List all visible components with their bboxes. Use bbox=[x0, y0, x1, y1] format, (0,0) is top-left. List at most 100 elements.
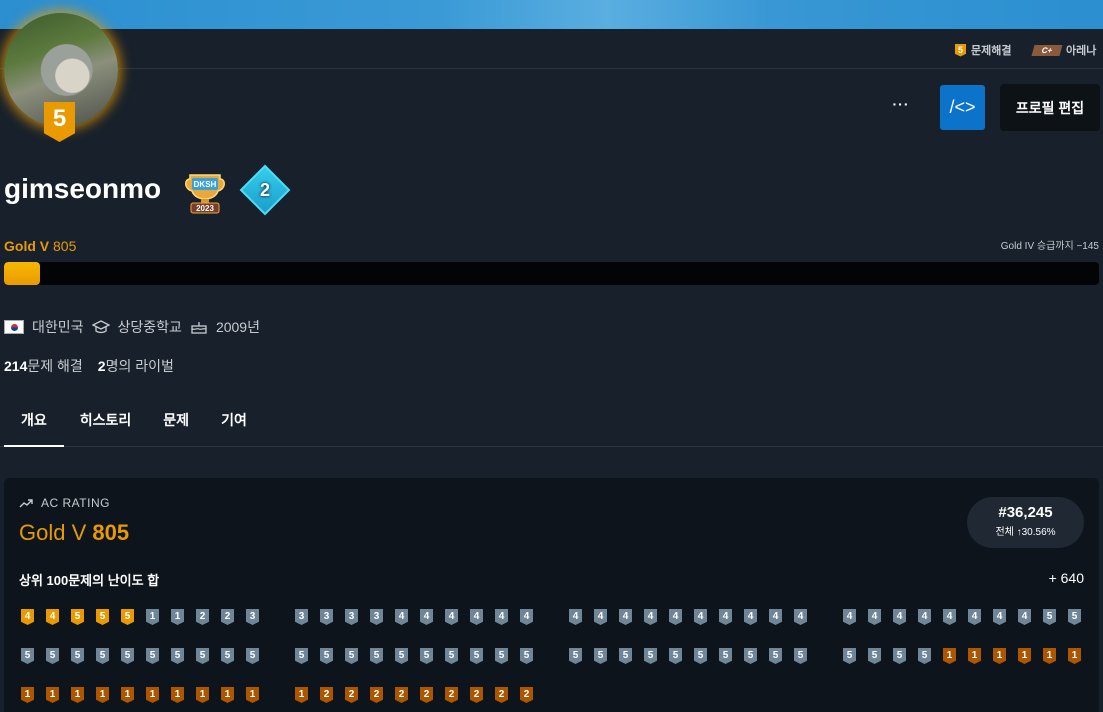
problem-tier-icon[interactable]: 4 bbox=[470, 609, 483, 625]
problem-tier-icon[interactable]: 4 bbox=[893, 609, 906, 625]
problem-tier-icon[interactable]: 5 bbox=[121, 609, 134, 625]
problem-tier-icon[interactable]: 5 bbox=[146, 648, 159, 664]
problem-tier-icon[interactable]: 5 bbox=[495, 648, 508, 664]
problem-tier-icon[interactable]: 4 bbox=[918, 609, 931, 625]
problem-tier-icon[interactable]: 2 bbox=[345, 687, 358, 703]
problem-tier-icon[interactable]: 5 bbox=[619, 648, 632, 664]
problem-tier-icon[interactable]: 1 bbox=[221, 687, 234, 703]
problem-tier-icon[interactable]: 5 bbox=[71, 609, 84, 625]
problem-tier-icon[interactable]: 5 bbox=[395, 648, 408, 664]
problem-tier-icon[interactable]: 1 bbox=[993, 648, 1006, 664]
problem-tier-icon[interactable]: 5 bbox=[320, 648, 333, 664]
rival-count-stat[interactable]: 2명의 라이벌 bbox=[98, 356, 174, 376]
problem-tier-icon[interactable]: 4 bbox=[445, 609, 458, 625]
problem-tier-icon[interactable]: 5 bbox=[744, 648, 757, 664]
problem-tier-icon[interactable]: 4 bbox=[769, 609, 782, 625]
problem-tier-icon[interactable]: 4 bbox=[594, 609, 607, 625]
problem-tier-icon[interactable]: 5 bbox=[96, 609, 109, 625]
school-label[interactable]: 상당중학교 bbox=[118, 317, 182, 337]
problem-tier-icon[interactable]: 4 bbox=[843, 609, 856, 625]
problem-tier-icon[interactable]: 3 bbox=[370, 609, 383, 625]
solved-tier-stat[interactable]: 5 문제해결 bbox=[955, 42, 1011, 58]
solved-count-stat[interactable]: 214문제 해결 bbox=[4, 356, 83, 376]
problem-tier-icon[interactable]: 5 bbox=[594, 648, 607, 664]
problem-tier-icon[interactable]: 2 bbox=[420, 687, 433, 703]
problem-tier-icon[interactable]: 5 bbox=[71, 648, 84, 664]
problem-tier-icon[interactable]: 5 bbox=[345, 648, 358, 664]
problem-tier-icon[interactable]: 1 bbox=[968, 648, 981, 664]
problem-tier-icon[interactable]: 1 bbox=[96, 687, 109, 703]
code-button[interactable]: /<> bbox=[940, 85, 985, 130]
problem-tier-icon[interactable]: 2 bbox=[495, 687, 508, 703]
problem-tier-icon[interactable]: 4 bbox=[569, 609, 582, 625]
problem-tier-icon[interactable]: 5 bbox=[893, 648, 906, 664]
problem-tier-icon[interactable]: 5 bbox=[246, 648, 259, 664]
tab-contribution[interactable]: 기여 bbox=[205, 396, 263, 447]
problem-tier-icon[interactable]: 5 bbox=[843, 648, 856, 664]
problem-tier-icon[interactable]: 5 bbox=[794, 648, 807, 664]
problem-tier-icon[interactable]: 4 bbox=[619, 609, 632, 625]
problem-tier-icon[interactable]: 5 bbox=[868, 648, 881, 664]
tab-problems[interactable]: 문제 bbox=[147, 396, 205, 447]
problem-tier-icon[interactable]: 5 bbox=[196, 648, 209, 664]
problem-tier-icon[interactable]: 3 bbox=[295, 609, 308, 625]
problem-tier-icon[interactable]: 5 bbox=[918, 648, 931, 664]
problem-tier-icon[interactable]: 1 bbox=[1043, 648, 1056, 664]
problem-tier-icon[interactable]: 5 bbox=[420, 648, 433, 664]
problem-tier-icon[interactable]: 4 bbox=[495, 609, 508, 625]
problem-tier-icon[interactable]: 4 bbox=[395, 609, 408, 625]
problem-tier-icon[interactable]: 4 bbox=[46, 609, 59, 625]
problem-tier-icon[interactable]: 5 bbox=[46, 648, 59, 664]
problem-tier-icon[interactable]: 4 bbox=[21, 609, 34, 625]
arena-tier-stat[interactable]: C+ 아레나 bbox=[1031, 42, 1096, 58]
tab-overview[interactable]: 개요 bbox=[4, 396, 64, 447]
problem-tier-icon[interactable]: 4 bbox=[744, 609, 757, 625]
problem-tier-icon[interactable]: 1 bbox=[146, 687, 159, 703]
problem-tier-icon[interactable]: 5 bbox=[171, 648, 184, 664]
problem-tier-icon[interactable]: 5 bbox=[445, 648, 458, 664]
problem-tier-icon[interactable]: 2 bbox=[320, 687, 333, 703]
problem-tier-icon[interactable]: 4 bbox=[1018, 609, 1031, 625]
problem-tier-icon[interactable]: 3 bbox=[320, 609, 333, 625]
problem-tier-icon[interactable]: 3 bbox=[345, 609, 358, 625]
problem-tier-icon[interactable]: 3 bbox=[246, 609, 259, 625]
problem-tier-icon[interactable]: 1 bbox=[1018, 648, 1031, 664]
problem-tier-icon[interactable]: 2 bbox=[470, 687, 483, 703]
problem-tier-icon[interactable]: 1 bbox=[246, 687, 259, 703]
problem-tier-icon[interactable]: 4 bbox=[993, 609, 1006, 625]
problem-tier-icon[interactable]: 1 bbox=[171, 687, 184, 703]
problem-tier-icon[interactable]: 5 bbox=[21, 648, 34, 664]
problem-tier-icon[interactable]: 5 bbox=[221, 648, 234, 664]
problem-tier-icon[interactable]: 5 bbox=[644, 648, 657, 664]
problem-tier-icon[interactable]: 2 bbox=[445, 687, 458, 703]
problem-tier-icon[interactable]: 5 bbox=[1043, 609, 1056, 625]
problem-tier-icon[interactable]: 5 bbox=[370, 648, 383, 664]
problem-tier-icon[interactable]: 5 bbox=[669, 648, 682, 664]
problem-tier-icon[interactable]: 4 bbox=[868, 609, 881, 625]
problem-tier-icon[interactable]: 1 bbox=[146, 609, 159, 625]
problem-tier-icon[interactable]: 4 bbox=[694, 609, 707, 625]
problem-tier-icon[interactable]: 5 bbox=[470, 648, 483, 664]
problem-tier-icon[interactable]: 5 bbox=[520, 648, 533, 664]
problem-tier-icon[interactable]: 1 bbox=[943, 648, 956, 664]
problem-tier-icon[interactable]: 5 bbox=[569, 648, 582, 664]
problem-tier-icon[interactable]: 5 bbox=[96, 648, 109, 664]
problem-tier-icon[interactable]: 5 bbox=[769, 648, 782, 664]
problem-tier-icon[interactable]: 5 bbox=[1068, 609, 1081, 625]
problem-tier-icon[interactable]: 2 bbox=[221, 609, 234, 625]
problem-tier-icon[interactable]: 4 bbox=[420, 609, 433, 625]
problem-tier-icon[interactable]: 1 bbox=[171, 609, 184, 625]
problem-tier-icon[interactable]: 2 bbox=[395, 687, 408, 703]
problem-tier-icon[interactable]: 5 bbox=[121, 648, 134, 664]
tab-history[interactable]: 히스토리 bbox=[64, 396, 148, 447]
problem-tier-icon[interactable]: 1 bbox=[71, 687, 84, 703]
problem-tier-icon[interactable]: 1 bbox=[295, 687, 308, 703]
problem-tier-icon[interactable]: 2 bbox=[196, 609, 209, 625]
problem-tier-icon[interactable]: 5 bbox=[295, 648, 308, 664]
rank-badge[interactable]: #36,245 전체 ↑30.56% bbox=[967, 497, 1084, 548]
problem-tier-icon[interactable]: 1 bbox=[46, 687, 59, 703]
problem-tier-icon[interactable]: 4 bbox=[669, 609, 682, 625]
problem-tier-icon[interactable]: 4 bbox=[968, 609, 981, 625]
problem-tier-icon[interactable]: 1 bbox=[21, 687, 34, 703]
problem-tier-icon[interactable]: 1 bbox=[121, 687, 134, 703]
